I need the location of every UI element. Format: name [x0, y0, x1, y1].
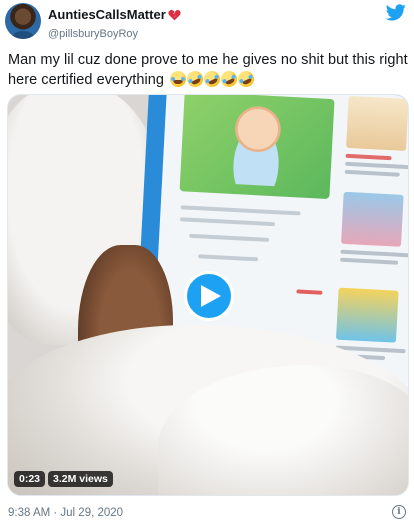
video-duration: 0:23 — [14, 471, 46, 487]
video-player[interactable]: 0:23 3.2M views — [7, 94, 409, 496]
rolling-on-the-floor-laughing-icon — [184, 68, 206, 90]
screen-side-thumb — [335, 287, 399, 343]
view-count: 3.2M views — [48, 471, 113, 487]
twitter-bird-icon[interactable] — [386, 4, 406, 21]
video-badges: 0:23 3.2M views — [14, 471, 113, 487]
screen-side-line — [340, 257, 399, 265]
display-name-row[interactable]: AuntiesCallsMatter — [48, 7, 181, 22]
screen-text-line — [180, 205, 301, 216]
screen-text-line — [198, 254, 259, 262]
screen-side-line — [345, 153, 392, 161]
user-handle[interactable]: @pillsburyBoyRoy — [48, 28, 181, 41]
tweet-card: AuntiesCallsMatter @pillsburyBoyRoy Man … — [0, 0, 414, 525]
screen-text-line — [179, 217, 276, 227]
tweet-timestamp[interactable]: 9:38 AM · Jul 29, 2020 — [8, 506, 123, 520]
rolling-on-the-floor-laughing-icon — [201, 68, 223, 90]
play-button[interactable] — [184, 271, 234, 321]
broken-heart-icon — [168, 9, 181, 20]
face-with-tears-of-joy-icon — [170, 71, 187, 87]
user-info[interactable]: AuntiesCallsMatter @pillsburyBoyRoy — [48, 6, 181, 41]
avatar[interactable] — [5, 3, 41, 39]
cartoon-figure — [219, 103, 295, 187]
tweet-text: Man my lil cuz done prove to me he gives… — [8, 50, 408, 90]
emoji-row — [170, 68, 257, 90]
info-icon[interactable]: i — [392, 505, 406, 519]
display-name[interactable]: AuntiesCallsMatter — [48, 7, 166, 22]
rolling-on-the-floor-laughing-icon — [218, 68, 240, 90]
screen-side-thumb — [346, 95, 408, 151]
rolling-on-the-floor-laughing-icon — [235, 68, 257, 90]
play-icon — [201, 285, 221, 307]
screen-side-line — [340, 249, 408, 258]
screen-subscribe-mark — [296, 289, 323, 295]
screen-side-line — [344, 169, 400, 177]
screen-video-thumb — [179, 95, 335, 200]
screen-side-thumb — [341, 191, 404, 247]
screen-side-line — [345, 161, 408, 170]
screen-text-line — [189, 233, 270, 242]
